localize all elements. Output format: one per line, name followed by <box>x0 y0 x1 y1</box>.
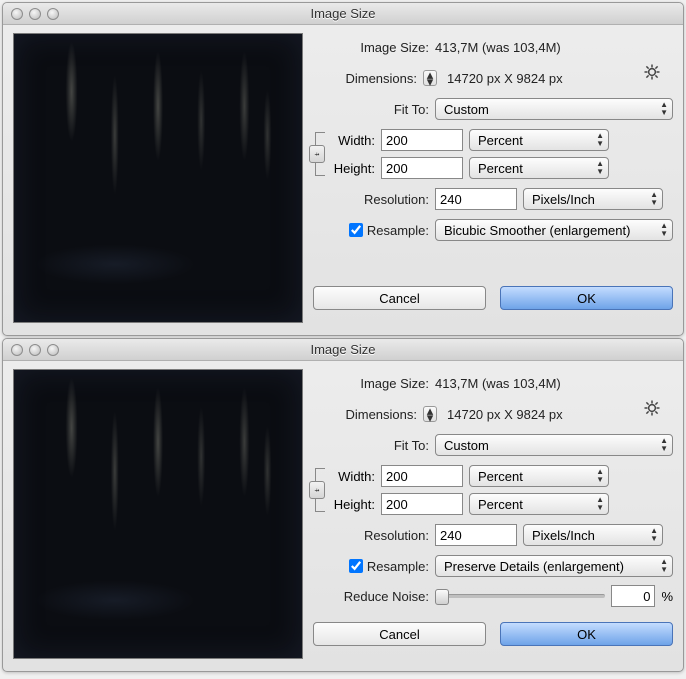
close-icon[interactable] <box>11 8 23 20</box>
link-icon: ⍆ <box>309 145 325 163</box>
width-unit-select[interactable]: Percent ▲▼ <box>469 129 609 151</box>
dimensions-value: 14720 px X 9824 px <box>447 407 563 422</box>
minimize-icon[interactable] <box>29 344 41 356</box>
cancel-button-label: Cancel <box>379 627 419 642</box>
gear-icon[interactable] <box>643 63 661 81</box>
constrain-proportions[interactable]: ⍆ <box>313 126 333 182</box>
preview-image[interactable] <box>13 33 303 323</box>
resample-label: Resample: <box>367 559 429 574</box>
image-size-dialog: Image Size Image Size: 413,7M (was 103,4… <box>2 338 684 672</box>
dimensions-unit-stepper[interactable]: ▴▾ <box>423 70 437 86</box>
gear-icon[interactable] <box>643 399 661 417</box>
resolution-label: Resolution: <box>313 192 429 207</box>
chevron-updown-icon: ▲▼ <box>660 222 668 238</box>
resolution-input[interactable] <box>435 188 517 210</box>
height-unit-select[interactable]: Percent ▲▼ <box>469 157 609 179</box>
link-icon: ⍆ <box>309 481 325 499</box>
window-title: Image Size <box>3 342 683 357</box>
height-unit-value: Percent <box>478 161 523 176</box>
resolution-unit-select[interactable]: Pixels/Inch ▲▼ <box>523 524 663 546</box>
chevron-updown-icon: ▲▼ <box>596 132 604 148</box>
fit-to-label: Fit To: <box>313 102 429 117</box>
cancel-button-label: Cancel <box>379 291 419 306</box>
percent-label: % <box>661 589 673 604</box>
resample-checkbox[interactable] <box>349 559 363 573</box>
width-label: Width: <box>327 469 375 484</box>
dimensions-unit-stepper[interactable]: ▴▾ <box>423 406 437 422</box>
ok-button[interactable]: OK <box>500 622 673 646</box>
resolution-input[interactable] <box>435 524 517 546</box>
fit-to-select[interactable]: Custom ▲▼ <box>435 434 673 456</box>
chevron-updown-icon: ▲▼ <box>650 191 658 207</box>
chevron-updown-icon: ▲▼ <box>660 101 668 117</box>
dimensions-value: 14720 px X 9824 px <box>447 71 563 86</box>
reduce-noise-slider[interactable] <box>435 594 605 598</box>
preview-image[interactable] <box>13 369 303 659</box>
width-unit-value: Percent <box>478 133 523 148</box>
image-size-label: Image Size: <box>313 40 429 55</box>
close-icon[interactable] <box>11 344 23 356</box>
resolution-unit-value: Pixels/Inch <box>532 192 595 207</box>
dimensions-label: Dimensions: <box>313 407 417 422</box>
height-unit-select[interactable]: Percent ▲▼ <box>469 493 609 515</box>
resolution-unit-select[interactable]: Pixels/Inch ▲▼ <box>523 188 663 210</box>
zoom-icon[interactable] <box>47 344 59 356</box>
image-size-label: Image Size: <box>313 376 429 391</box>
cancel-button[interactable]: Cancel <box>313 286 486 310</box>
zoom-icon[interactable] <box>47 8 59 20</box>
constrain-proportions[interactable]: ⍆ <box>313 462 333 518</box>
chevron-updown-icon: ▲▼ <box>660 437 668 453</box>
fit-to-select[interactable]: Custom ▲▼ <box>435 98 673 120</box>
chevron-updown-icon: ▲▼ <box>596 160 604 176</box>
minimize-icon[interactable] <box>29 8 41 20</box>
width-unit-value: Percent <box>478 469 523 484</box>
titlebar[interactable]: Image Size <box>3 3 683 25</box>
height-label: Height: <box>327 161 375 176</box>
window-title: Image Size <box>3 6 683 21</box>
height-input[interactable] <box>381 157 463 179</box>
width-input[interactable] <box>381 129 463 151</box>
width-unit-select[interactable]: Percent ▲▼ <box>469 465 609 487</box>
ok-button-label: OK <box>577 627 596 642</box>
ok-button-label: OK <box>577 291 596 306</box>
fit-to-value: Custom <box>444 102 489 117</box>
cancel-button[interactable]: Cancel <box>313 622 486 646</box>
resample-method-select[interactable]: Preserve Details (enlargement) ▲▼ <box>435 555 673 577</box>
height-input[interactable] <box>381 493 463 515</box>
fit-to-label: Fit To: <box>313 438 429 453</box>
resample-label: Resample: <box>367 223 429 238</box>
ok-button[interactable]: OK <box>500 286 673 310</box>
width-label: Width: <box>327 133 375 148</box>
chevron-updown-icon: ▲▼ <box>596 496 604 512</box>
image-size-value: 413,7M (was 103,4M) <box>435 40 561 55</box>
resolution-unit-value: Pixels/Inch <box>532 528 595 543</box>
chevron-updown-icon: ▲▼ <box>650 527 658 543</box>
chevron-updown-icon: ▲▼ <box>660 558 668 574</box>
image-size-value: 413,7M (was 103,4M) <box>435 376 561 391</box>
reduce-noise-label: Reduce Noise: <box>313 589 429 604</box>
dimensions-label: Dimensions: <box>313 71 417 86</box>
resample-method-select[interactable]: Bicubic Smoother (enlargement) ▲▼ <box>435 219 673 241</box>
resample-method-value: Bicubic Smoother (enlargement) <box>444 223 630 238</box>
chevron-updown-icon: ▲▼ <box>596 468 604 484</box>
resolution-label: Resolution: <box>313 528 429 543</box>
height-unit-value: Percent <box>478 497 523 512</box>
image-size-dialog: Image Size Image Size: 413,7M (was 103,4… <box>2 2 684 336</box>
height-label: Height: <box>327 497 375 512</box>
titlebar[interactable]: Image Size <box>3 339 683 361</box>
slider-thumb-icon[interactable] <box>435 589 449 605</box>
fit-to-value: Custom <box>444 438 489 453</box>
reduce-noise-input[interactable] <box>611 585 655 607</box>
resample-method-value: Preserve Details (enlargement) <box>444 559 624 574</box>
resample-checkbox[interactable] <box>349 223 363 237</box>
width-input[interactable] <box>381 465 463 487</box>
